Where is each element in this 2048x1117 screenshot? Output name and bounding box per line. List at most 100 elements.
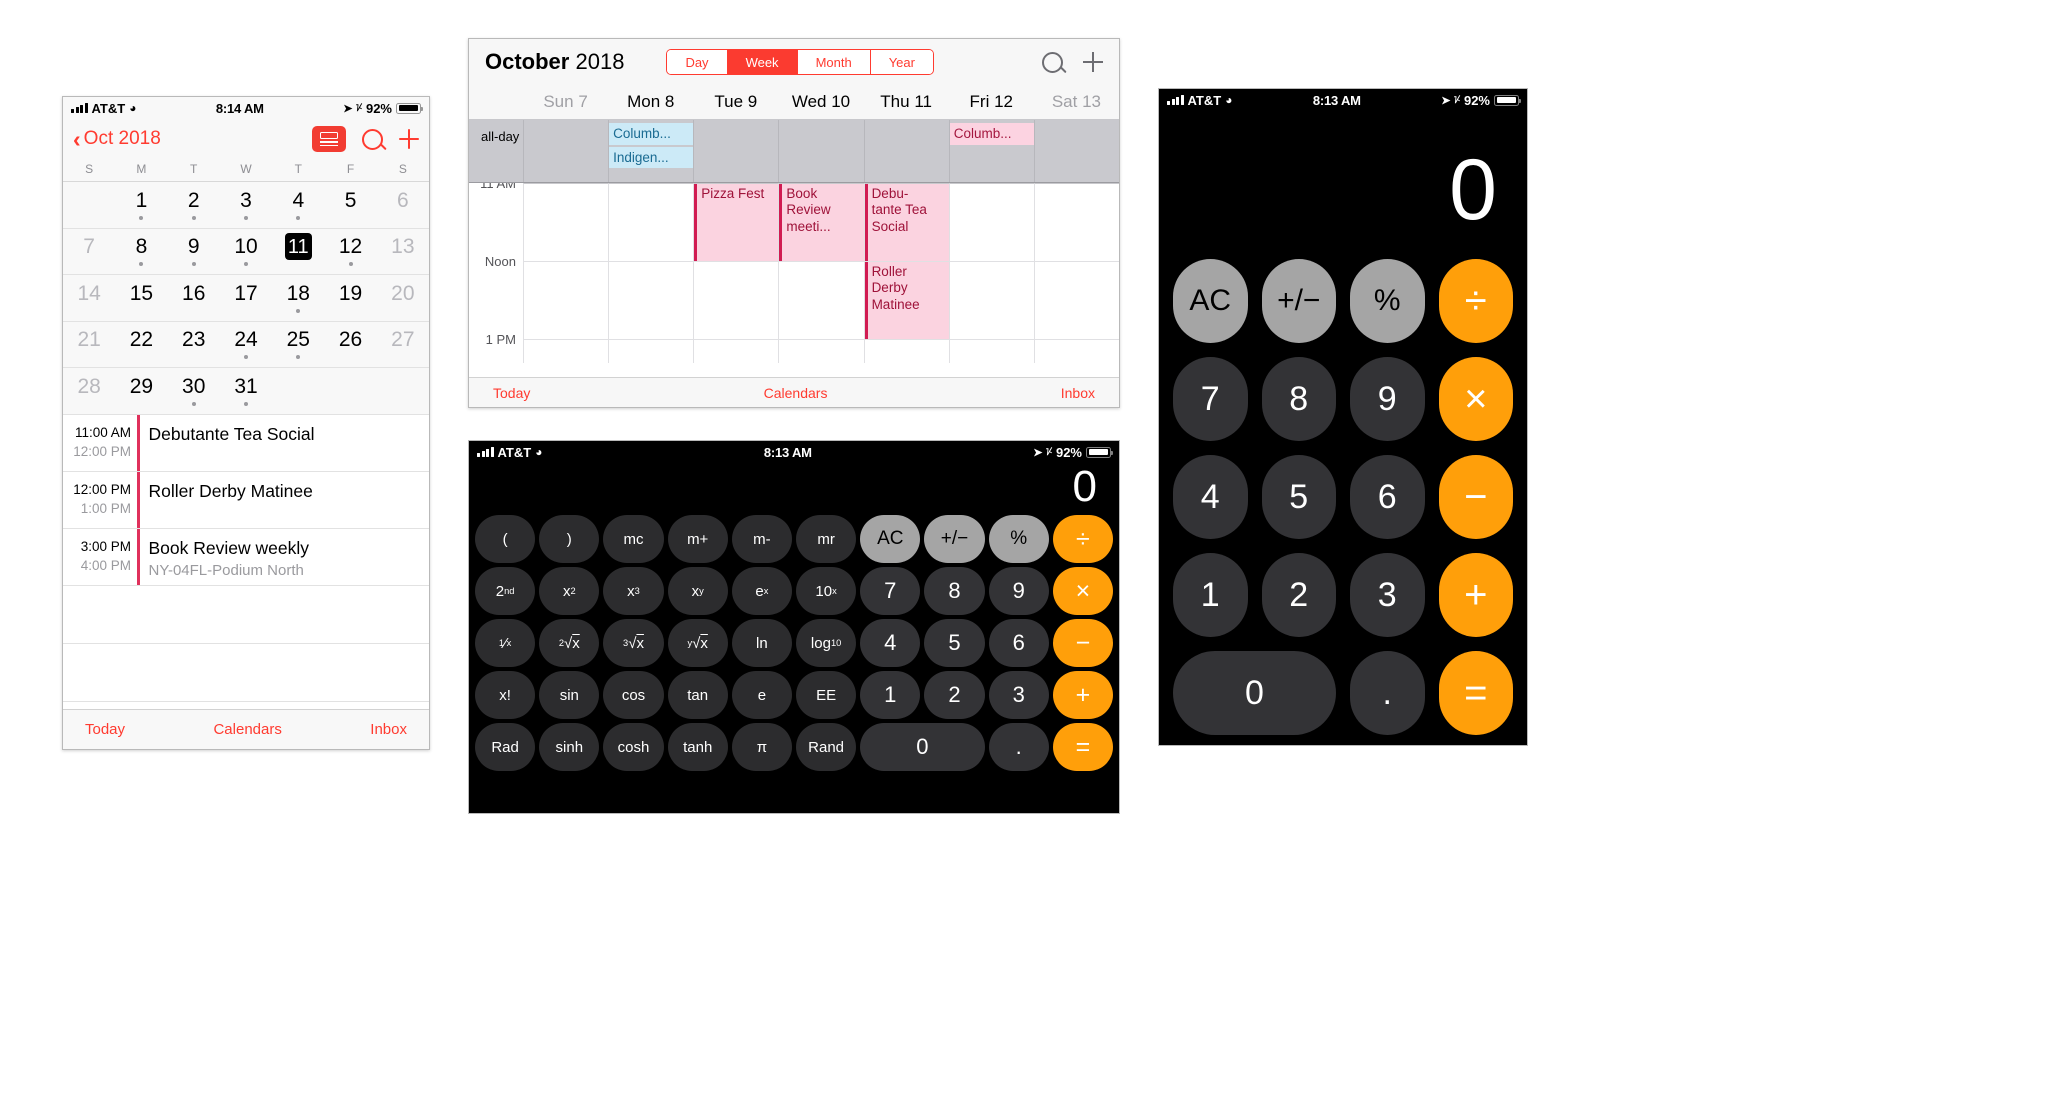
slot-tue[interactable]: Pizza Fest: [693, 183, 779, 262]
event-block[interactable]: Debu- tante Tea Social: [864, 184, 949, 262]
back-button[interactable]: ‹ Oct 2018: [73, 127, 161, 151]
month-day-cell[interactable]: 31: [220, 368, 272, 414]
calc-key-2nd[interactable]: 2nd: [475, 567, 536, 615]
calc-key-x2[interactable]: x2: [539, 567, 600, 615]
all-day-cell-wed[interactable]: [778, 120, 863, 182]
month-day-cell[interactable]: 1: [115, 182, 167, 228]
slot-fri[interactable]: [948, 339, 1034, 363]
calc-key-2x[interactable]: 2 √ x: [539, 619, 600, 667]
add-event-icon[interactable]: [399, 129, 419, 149]
calc-key-[interactable]: +/−: [1261, 259, 1336, 343]
slot-fri[interactable]: [948, 261, 1034, 339]
event-list-item[interactable]: 12:00 PM 1:00 PM Roller Derby Matinee: [63, 471, 429, 529]
calc-key-ac[interactable]: AC: [1173, 259, 1248, 343]
month-day-cell[interactable]: 13: [377, 229, 429, 275]
calc-key-rand[interactable]: Rand: [796, 723, 857, 771]
calc-key-4[interactable]: 4: [1173, 455, 1248, 539]
month-day-cell[interactable]: 21: [63, 322, 115, 368]
calc-key-[interactable]: π: [731, 723, 792, 771]
day-header-mon[interactable]: Mon 8: [608, 92, 693, 112]
calc-key-[interactable]: .: [1350, 651, 1425, 735]
search-icon[interactable]: [1042, 51, 1063, 73]
event-block[interactable]: Pizza Fest: [694, 184, 779, 262]
calc-key-[interactable]: ×: [1438, 357, 1513, 441]
month-day-cell[interactable]: 19: [324, 275, 376, 321]
search-icon[interactable]: [362, 128, 383, 150]
month-day-cell[interactable]: 28: [63, 368, 115, 414]
month-day-cell[interactable]: 29: [115, 368, 167, 414]
tab-calendars[interactable]: Calendars: [213, 721, 281, 738]
calc-key-10x[interactable]: 10 x: [796, 567, 857, 615]
calc-key-cos[interactable]: cos: [603, 671, 664, 719]
month-day-cell[interactable]: 4: [272, 182, 324, 228]
calc-key-tan[interactable]: tan: [667, 671, 728, 719]
calc-key-3[interactable]: 3: [1350, 553, 1425, 637]
calc-key-[interactable]: ×: [1052, 567, 1113, 615]
week-time-grid[interactable]: 11 AM Pizza Fest Book Review meeti... De…: [469, 183, 1119, 363]
calc-key-8[interactable]: 8: [1261, 357, 1336, 441]
all-day-event[interactable]: Columb...: [609, 123, 694, 145]
calc-key-2[interactable]: 2: [924, 671, 985, 719]
month-day-cell[interactable]: 18: [272, 275, 324, 321]
calc-key-5[interactable]: 5: [1261, 455, 1336, 539]
all-day-event[interactable]: Indigen...: [609, 146, 694, 169]
all-day-cell-tue[interactable]: [693, 120, 778, 182]
add-event-icon[interactable]: [1083, 52, 1103, 72]
slot-mon[interactable]: [608, 261, 694, 339]
calc-key-m[interactable]: m+: [667, 515, 728, 563]
calc-key-9[interactable]: 9: [1350, 357, 1425, 441]
calc-key-1[interactable]: 1: [860, 671, 921, 719]
list-view-button[interactable]: [312, 126, 346, 152]
calc-key-tanh[interactable]: tanh: [667, 723, 728, 771]
calc-key-5[interactable]: 5: [924, 619, 985, 667]
month-day-cell[interactable]: 15: [115, 275, 167, 321]
calc-key-ee[interactable]: EE: [796, 671, 857, 719]
day-header-sat[interactable]: Sat 13: [1034, 92, 1119, 112]
event-list-item[interactable]: 11:00 AM 12:00 PM Debutante Tea Social: [63, 414, 429, 472]
calc-key-1x[interactable]: 1 ⁄ x: [475, 619, 536, 667]
calc-key-[interactable]: +/−: [924, 515, 985, 563]
month-day-cell[interactable]: 12: [324, 229, 376, 275]
slot-sun[interactable]: [523, 339, 609, 363]
slot-sat[interactable]: [1033, 261, 1119, 339]
calc-key-[interactable]: (: [475, 515, 536, 563]
calc-key-[interactable]: =: [1438, 651, 1513, 735]
month-day-cell[interactable]: 6: [377, 182, 429, 228]
tab-inbox[interactable]: Inbox: [370, 721, 407, 738]
slot-sun[interactable]: [523, 183, 609, 261]
tab-today[interactable]: Today: [85, 721, 125, 738]
event-block[interactable]: Book Review meeti...: [779, 184, 864, 262]
calc-key-e[interactable]: e: [731, 671, 792, 719]
slot-mon[interactable]: [608, 183, 694, 261]
tab-today[interactable]: Today: [493, 385, 530, 401]
month-day-cell[interactable]: 8: [115, 229, 167, 275]
calc-key-[interactable]: .: [988, 723, 1049, 771]
calc-key-[interactable]: ÷: [1052, 515, 1113, 563]
calc-key-[interactable]: ÷: [1438, 259, 1513, 343]
calc-key-[interactable]: −: [1052, 619, 1113, 667]
month-day-cell[interactable]: 30: [168, 368, 220, 414]
calc-key-7[interactable]: 7: [860, 567, 921, 615]
tab-calendars[interactable]: Calendars: [764, 385, 828, 401]
slot-thu[interactable]: Debu- tante Tea Social: [863, 183, 949, 262]
slot-fri[interactable]: [948, 183, 1034, 261]
slot-tue[interactable]: [693, 261, 779, 339]
slot-mon[interactable]: [608, 339, 694, 363]
calc-key-3x[interactable]: 3 √ x: [603, 619, 664, 667]
month-day-cell[interactable]: 17: [220, 275, 272, 321]
slot-sun[interactable]: [523, 261, 609, 339]
segment-week[interactable]: Week: [727, 50, 798, 74]
calc-key-[interactable]: %: [988, 515, 1049, 563]
slot-wed[interactable]: Book Review meeti...: [778, 183, 864, 262]
calc-key-yx[interactable]: y √ x: [667, 619, 728, 667]
month-day-cell[interactable]: 10: [220, 229, 272, 275]
calc-key-cosh[interactable]: cosh: [603, 723, 664, 771]
month-day-cell[interactable]: 27: [377, 322, 429, 368]
month-day-cell[interactable]: 23: [168, 322, 220, 368]
month-day-cell[interactable]: 24: [220, 322, 272, 368]
month-day-cell[interactable]: 20: [377, 275, 429, 321]
month-day-cell[interactable]: 26: [324, 322, 376, 368]
calc-key-[interactable]: =: [1052, 723, 1113, 771]
calc-key-9[interactable]: 9: [988, 567, 1049, 615]
calc-key-8[interactable]: 8: [924, 567, 985, 615]
